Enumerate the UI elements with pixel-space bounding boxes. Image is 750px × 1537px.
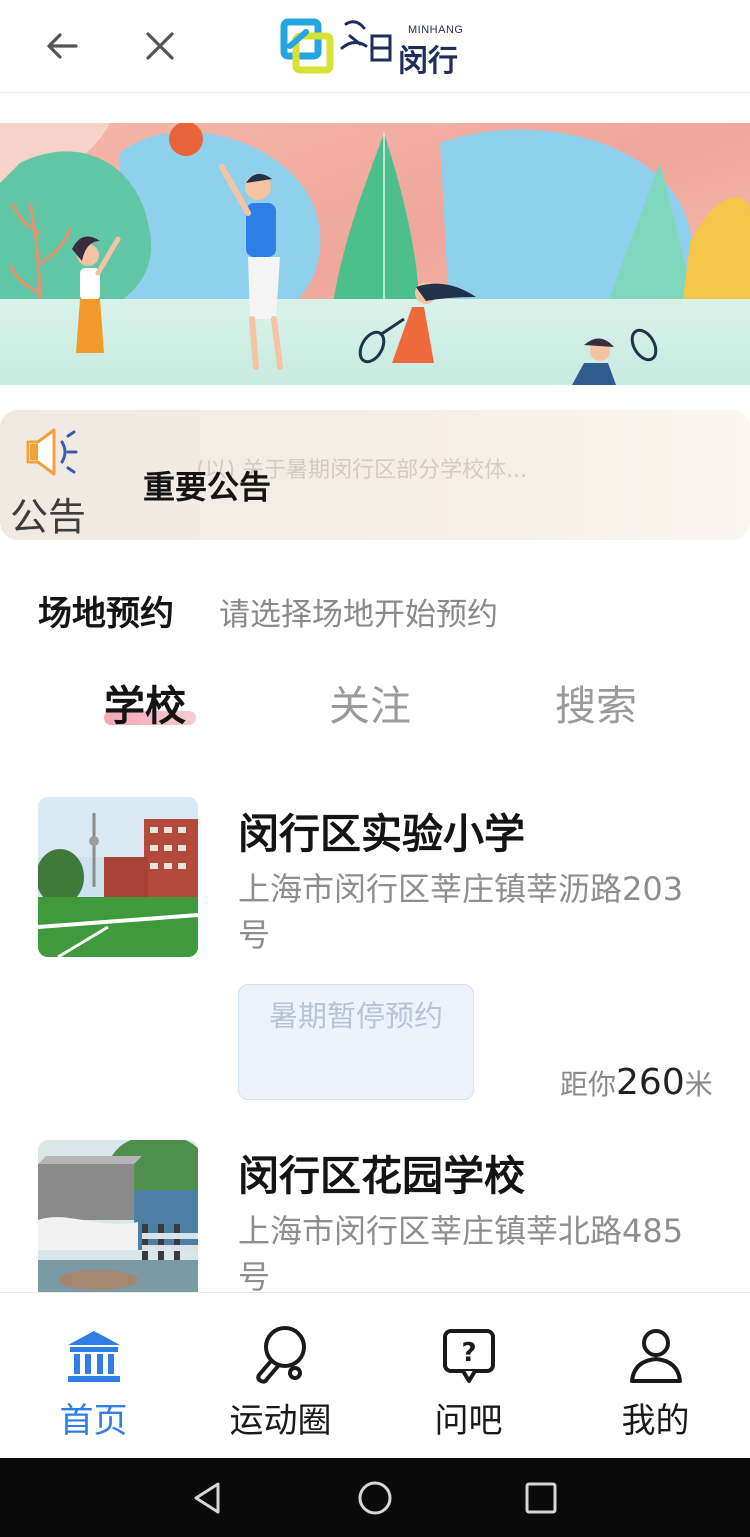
school-1-image (38, 797, 198, 957)
notice-badge: 公告 (0, 410, 118, 540)
bank-icon (67, 1331, 120, 1382)
nav-mine[interactable]: 我的 (562, 1293, 749, 1459)
school-address: 上海市闵行区莘庄镇莘北路485号 (238, 1212, 684, 1292)
hero-banner[interactable] (0, 123, 750, 385)
distance-prefix: 距你 (560, 1068, 617, 1101)
school-name[interactable]: 闵行区实验小学 (238, 800, 525, 860)
bottom-nav: 首页 运动圈 ? 问吧 我的 (0, 1292, 750, 1459)
system-recents-icon[interactable] (521, 1478, 561, 1518)
logo-latin-text: MINHANG (408, 24, 464, 36)
back-button[interactable] (30, 14, 94, 78)
nav-sports-circle[interactable]: 运动圈 (187, 1293, 374, 1459)
nav-ask[interactable]: ? 问吧 (375, 1293, 562, 1459)
section-hint: 请选择场地开始预约 (219, 597, 498, 633)
speaker-icon (26, 428, 78, 476)
close-icon (146, 32, 174, 60)
sports-illustration (0, 123, 750, 385)
logo-main-text: 闵行 (398, 44, 458, 79)
nav-label: 首页 (59, 1401, 128, 1441)
top-bar: MINHANG 闵行 (0, 0, 750, 93)
school-photo (38, 1140, 198, 1300)
nav-label: 问吧 (434, 1401, 503, 1441)
distance-unit: 米 (684, 1068, 713, 1101)
notice-title[interactable]: 重要公告 (143, 462, 271, 508)
tab-search[interactable]: 搜索 (555, 672, 637, 732)
distance-value: 260 (616, 1062, 685, 1103)
distance-label: 距你260米 (560, 1062, 713, 1103)
minhang-logo-mark (280, 18, 392, 74)
nav-label: 我的 (621, 1401, 690, 1441)
school-photo (38, 797, 198, 957)
question-bubble-icon: ? (442, 1329, 495, 1383)
app-logo: MINHANG 闵行 (280, 14, 480, 79)
notice-label: 公告 (10, 495, 87, 539)
tab-school[interactable]: 学校 (104, 672, 186, 732)
reservation-status-button[interactable]: 暑期暂停预约 (238, 984, 474, 1100)
svg-text:?: ? (461, 1338, 476, 1368)
nav-label: 运动圈 (229, 1401, 332, 1441)
system-home-icon[interactable] (355, 1478, 395, 1518)
arrow-left-icon (47, 33, 78, 59)
nav-home[interactable]: 首页 (0, 1293, 187, 1459)
school-address: 上海市闵行区莘庄镇莘沥路203号 (238, 870, 684, 954)
system-nav-bar (0, 1458, 750, 1537)
school-2-image (38, 1140, 198, 1300)
tab-follow[interactable]: 关注 (329, 672, 411, 732)
school-name[interactable]: 闵行区花园学校 (238, 1142, 525, 1202)
ping-pong-icon (255, 1326, 306, 1384)
close-button[interactable] (128, 14, 192, 78)
user-icon (629, 1329, 682, 1383)
system-back-icon[interactable] (188, 1478, 228, 1518)
section-title: 场地预约 (38, 594, 174, 634)
